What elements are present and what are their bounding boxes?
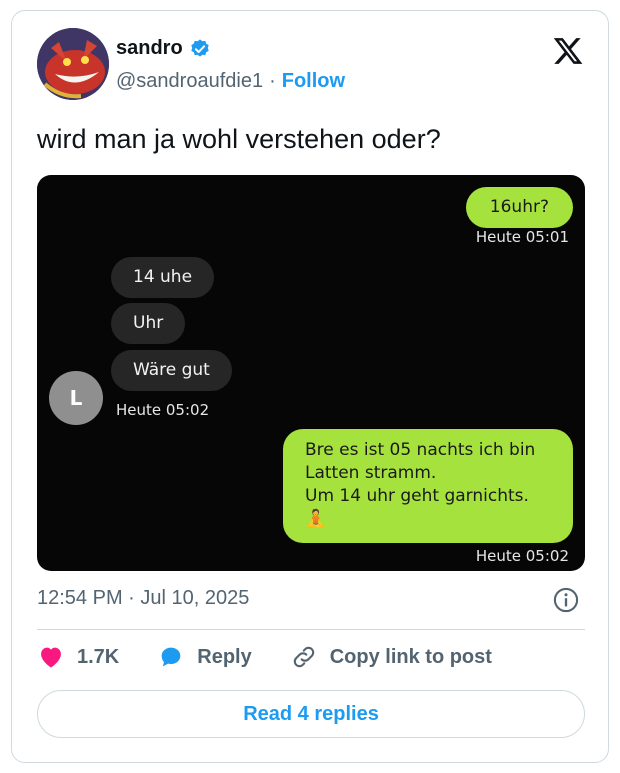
- divider: [37, 629, 585, 630]
- tweet-card: sandro @sandroaufdie1 · Follow wird man …: [11, 10, 609, 763]
- chat-bubble-incoming: Wäre gut: [111, 350, 232, 391]
- chat-timestamp: Heute 05:02: [116, 401, 210, 419]
- action-bar: 1.7K Reply Copy link to post: [37, 643, 530, 671]
- copy-link-label: Copy link to post: [329, 645, 492, 668]
- chat-bubble-outgoing: 16uhr?: [465, 187, 573, 228]
- chat-bubble-outgoing-long: Bre es ist 05 nachts ich bin Latten stra…: [283, 429, 573, 543]
- chat-screenshot-media[interactable]: 16uhr? Heute 05:01 14 uhe Uhr Wäre gut L…: [37, 175, 585, 571]
- x-logo-icon[interactable]: [552, 35, 584, 67]
- tweet-text: wird man ja wohl verstehen oder?: [37, 124, 441, 154]
- reply-label: Reply: [197, 645, 252, 668]
- tweet-timestamp[interactable]: 12:54 PM · Jul 10, 2025: [37, 587, 249, 610]
- message-line: Latten stramm.: [305, 463, 437, 483]
- heart-icon: [41, 647, 61, 668]
- handle-separator: ·: [269, 70, 276, 92]
- author-handle-row: @sandroaufdie1 · Follow: [116, 70, 345, 93]
- chat-bubble-incoming: Uhr: [111, 303, 186, 344]
- reply-button[interactable]: Reply: [157, 643, 252, 671]
- follow-link[interactable]: Follow: [282, 70, 345, 93]
- chat-timestamp: Heute 05:01: [475, 228, 569, 246]
- author-name-row: sandro: [116, 37, 211, 60]
- read-replies-button[interactable]: Read 4 replies: [37, 690, 585, 738]
- info-icon[interactable]: [552, 586, 580, 614]
- author-avatar[interactable]: [37, 28, 109, 100]
- contact-avatar: L: [49, 371, 103, 425]
- author-handle[interactable]: @sandroaufdie1: [116, 70, 263, 93]
- dragon-avatar-icon: [37, 28, 109, 100]
- chat-bubble-incoming: 14 uhe: [111, 257, 215, 298]
- reply-bubble-icon: [161, 647, 181, 667]
- like-count: 1.7K: [77, 645, 120, 668]
- copy-link-button[interactable]: Copy link to post: [290, 643, 492, 671]
- chat-timestamp: Heute 05:02: [475, 547, 569, 565]
- like-button[interactable]: 1.7K: [37, 643, 119, 671]
- message-line: Bre es ist 05 nachts ich bin: [305, 440, 536, 460]
- author-name[interactable]: sandro: [116, 37, 183, 60]
- link-icon: [293, 646, 314, 668]
- verified-badge-icon: [190, 38, 209, 57]
- meditation-emoji: 🧘: [305, 509, 327, 529]
- message-line: Um 14 uhr geht garnichts.: [305, 486, 529, 506]
